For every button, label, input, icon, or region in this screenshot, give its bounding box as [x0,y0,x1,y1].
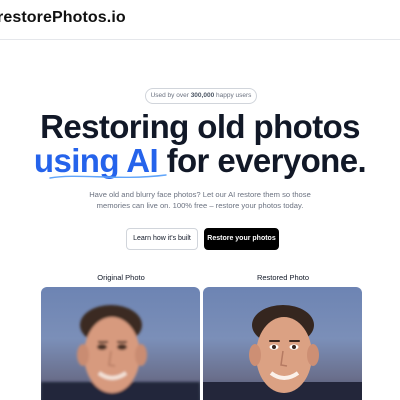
badge-count: 300,000 [190,92,215,99]
restore-photos-button[interactable]: Restore your photos [204,228,279,250]
learn-how-button[interactable]: Learn how it's built [126,228,198,250]
restored-photo-label: Restored Photo [256,273,310,282]
brand-logo-link[interactable]: restorePhotos.io [0,9,126,27]
accent-underline-icon [49,174,167,179]
hero-title-rest: for everyone. [158,142,367,179]
usage-badge: Used by over 300,000 happy users [145,88,257,104]
hero-subtitle: Have old and blurry face photos? Let our… [89,190,311,210]
hero-title: Restoring old photos using AI for everyo… [0,110,400,178]
top-nav: restorePhotos.io [0,0,400,40]
original-photo-label: Original Photo [97,273,145,282]
restored-photo [203,287,362,400]
badge-suffix: happy users [214,92,252,99]
original-portrait-image [41,305,200,400]
original-photo [41,287,200,400]
badge-prefix: Used by over [150,92,191,99]
restored-portrait-image [203,305,362,400]
hero-title-line1: Restoring old photos [40,108,360,145]
